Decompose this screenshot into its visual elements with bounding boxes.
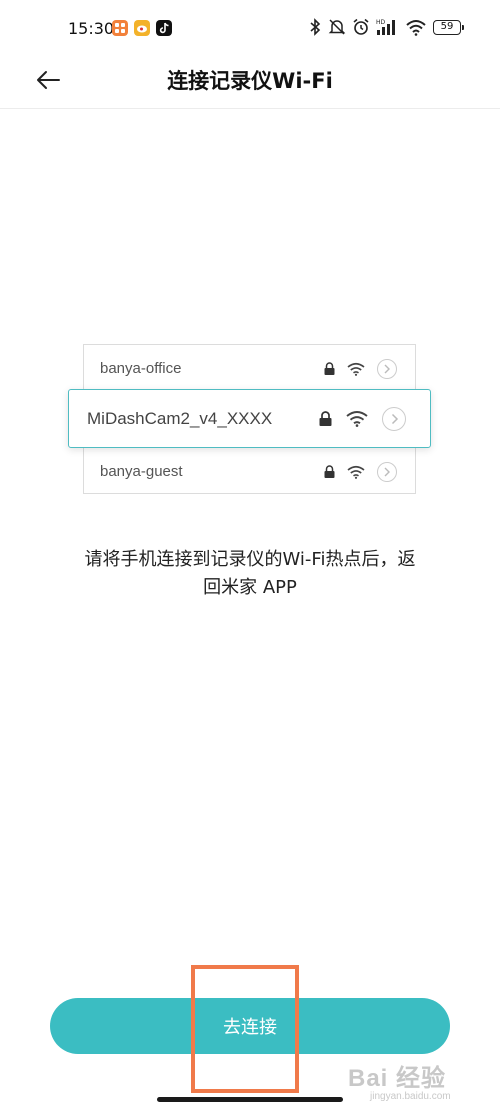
watermark-sub: jingyan.baidu.com [370,1091,451,1102]
page-title: 连接记录仪Wi-Fi [167,69,333,93]
tiktok-icon [156,20,172,36]
chevron-right-icon [382,406,406,431]
signal-hd-icon: HD [376,19,395,35]
wifi-row-office: banya-office [84,345,415,393]
instruction-line: 回米家 APP [203,577,297,598]
lock-icon [324,362,335,375]
wifi-row-guest: banya-guest [84,447,415,495]
header: 连接记录仪Wi-Fi [0,56,500,109]
weibo-icon [134,20,150,36]
wifi-ssid: banya-office [100,360,182,377]
alarm-icon [353,18,369,35]
baidu-watermark: Bai 经验 jingyan.baidu.com [348,1058,498,1108]
wifi-row-dashcam-highlighted: MiDashCam2_v4_XXXX [68,389,431,448]
chevron-right-icon [377,358,397,379]
annotation-highlight-box [191,965,299,1093]
wifi-icon [406,20,426,36]
wifi-ssid: banya-guest [100,463,183,480]
status-time: 15:30 [68,19,115,38]
mute-icon [328,19,346,35]
status-bar: 15:30 HD 59 [0,0,500,56]
instruction-line: 请将手机连接到记录仪的Wi-Fi热点后，返 [84,549,416,570]
lock-icon [324,465,335,478]
battery-icon: 59 [433,20,464,35]
wifi-ssid: MiDashCam2_v4_XXXX [87,408,273,428]
chevron-right-icon [377,461,397,482]
lock-icon [319,411,332,426]
instruction-text: 请将手机连接到记录仪的Wi-Fi热点后，返 回米家 APP [55,546,445,602]
wifi-signal-icon [347,465,365,479]
home-indicator[interactable] [157,1097,343,1102]
watermark-main: Bai 经验 [348,1065,447,1092]
svg-text:HD: HD [376,19,386,26]
wifi-signal-icon [347,362,365,376]
bluetooth-icon [310,18,321,36]
orange-app-icon [112,20,128,36]
wifi-signal-icon [346,411,368,427]
